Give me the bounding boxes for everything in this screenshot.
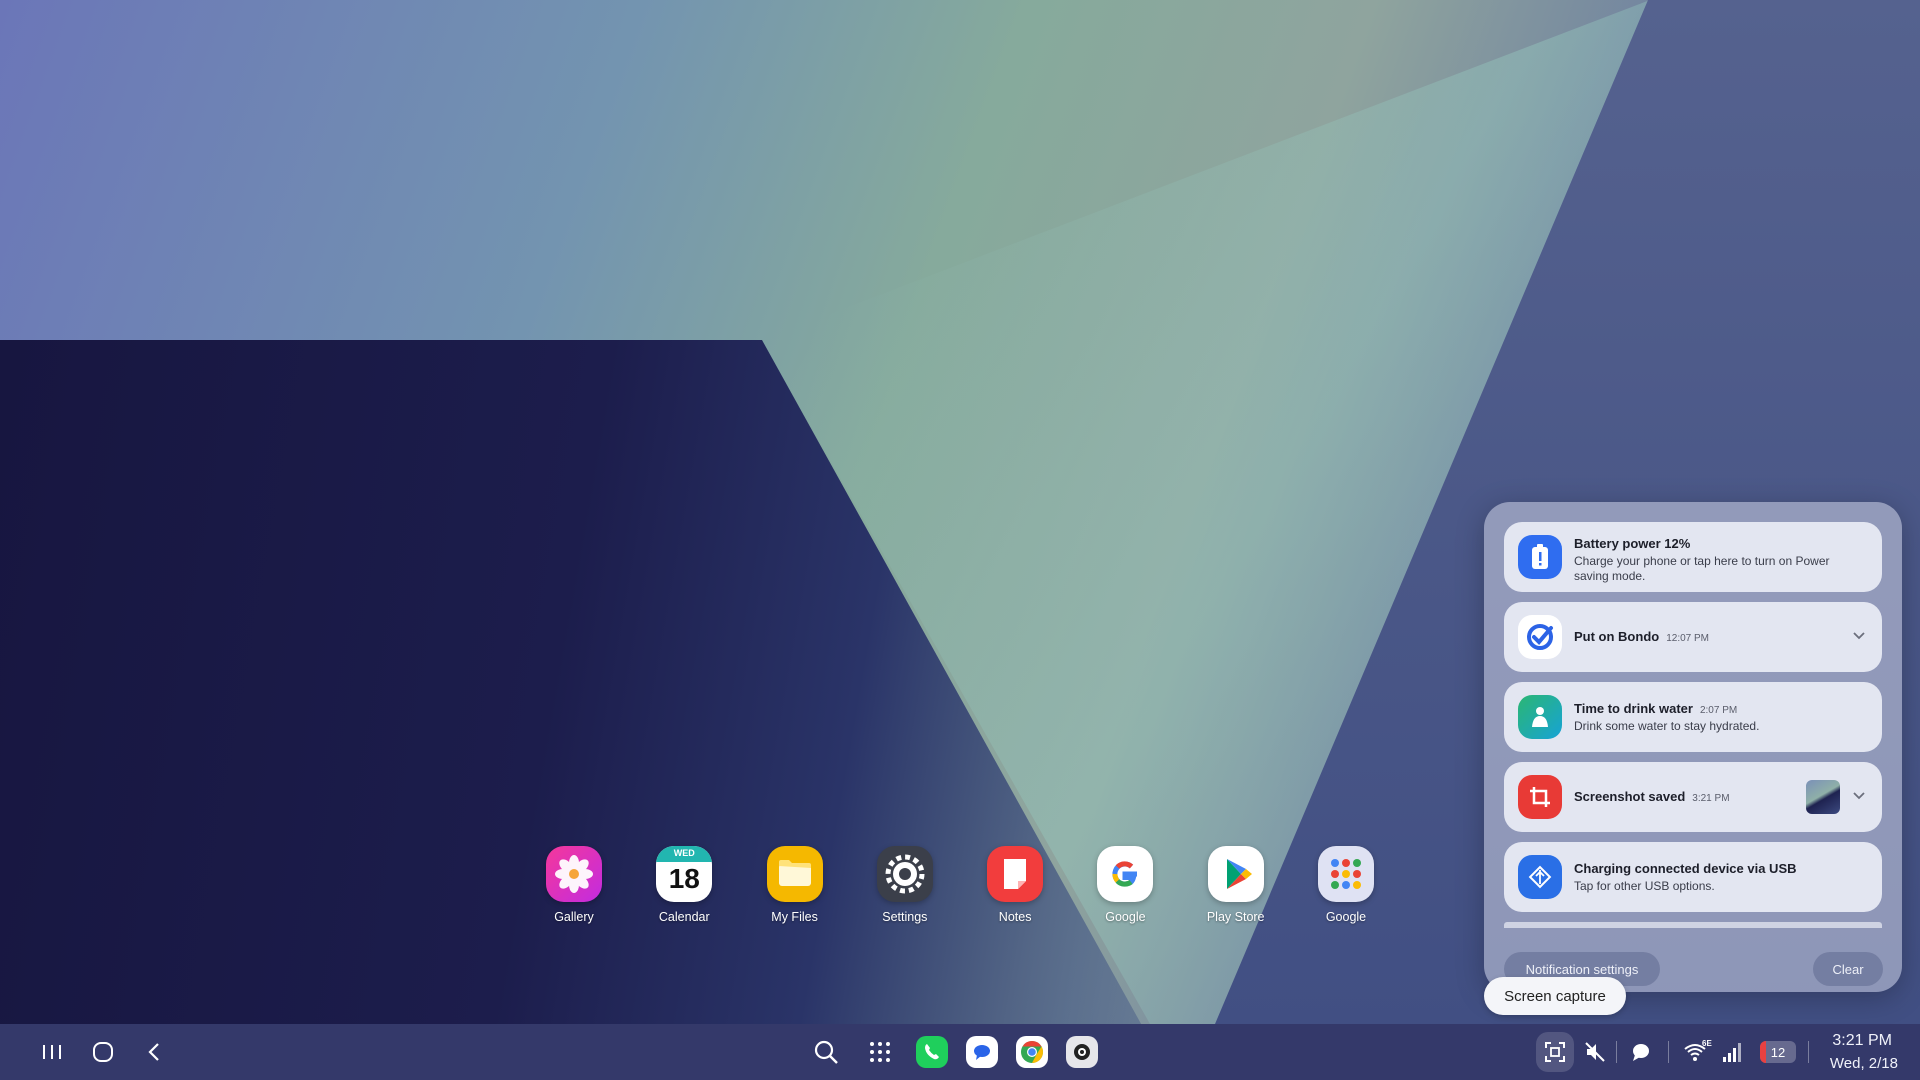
clear-notifications-button[interactable]: Clear	[1813, 952, 1883, 986]
app-folder-icon	[1317, 846, 1374, 902]
notification-body: Charge your phone or tap here to turn on…	[1574, 554, 1830, 583]
notification-title-text: Put on Bondo	[1574, 629, 1660, 644]
notification-body: Tap for other USB options.	[1574, 879, 1715, 893]
app-label: Play Store	[1206, 910, 1265, 924]
notification-battery[interactable]: Battery power 12% Charge your phone or t…	[1504, 522, 1882, 592]
battery-alert-icon	[1518, 535, 1562, 579]
search-icon	[814, 1040, 838, 1064]
app-label: Google	[1105, 910, 1146, 924]
screenshot-icon	[1518, 775, 1562, 819]
health-icon	[1518, 695, 1562, 739]
taskbar: 6E 12 3:21 PM Wed, 2/18	[0, 1024, 1920, 1080]
notification-title: Charging connected device via USB	[1574, 861, 1797, 876]
gallery-icon	[546, 846, 602, 902]
notification-usb[interactable]: Charging connected device via USB Tap fo…	[1504, 842, 1882, 912]
app-label: Settings	[882, 910, 928, 924]
app-my-files[interactable]: My Files	[749, 846, 841, 926]
notification-count-badge: 12	[1770, 1044, 1786, 1060]
screen-capture-icon	[1545, 1042, 1565, 1062]
clock-time: 3:21 PM	[1832, 1032, 1892, 1049]
app-label: Google	[1325, 910, 1367, 924]
phone-app-button[interactable]	[916, 1036, 948, 1068]
taskbar-divider	[1668, 1041, 1669, 1063]
app-label: Calendar	[658, 910, 710, 924]
clock-date: Wed, 2/18	[1829, 1055, 1898, 1072]
wifi-status[interactable]: 6E	[1682, 1036, 1712, 1068]
battery-low-level	[1760, 1041, 1766, 1063]
app-google-folder[interactable]: Google	[1300, 846, 1392, 926]
apps-button[interactable]	[864, 1036, 896, 1068]
app-label: Notes	[998, 910, 1032, 924]
notification-panel: Battery power 12% Charge your phone or t…	[1484, 502, 1902, 992]
notification-title: Time to drink water 2:07 PM	[1574, 701, 1737, 716]
app-google[interactable]: Google	[1079, 846, 1171, 926]
app-notes[interactable]: Notes	[969, 846, 1061, 926]
screen-capture-button[interactable]	[1536, 1032, 1574, 1072]
chrome-app-button[interactable]	[1016, 1036, 1048, 1068]
app-gallery[interactable]: Gallery	[528, 846, 620, 926]
calendar-day-number: 18	[668, 863, 700, 894]
phone-icon	[925, 1044, 939, 1060]
network-type-label: 6E	[1702, 1039, 1712, 1048]
folder-icon	[766, 846, 823, 902]
notes-icon	[987, 846, 1044, 902]
recent-apps-icon	[43, 1045, 61, 1059]
notification-title: Battery power 12%	[1574, 536, 1691, 551]
chat-status[interactable]	[1626, 1036, 1656, 1068]
home-icon	[93, 1042, 113, 1062]
notification-time: 12:07 PM	[1666, 633, 1710, 644]
mute-status[interactable]	[1580, 1036, 1610, 1068]
notification-title: Put on Bondo 12:07 PM	[1574, 629, 1709, 644]
chat-bubble-icon	[1633, 1044, 1649, 1061]
screenshot-thumbnail[interactable]	[1806, 780, 1840, 814]
messages-icon	[974, 1045, 990, 1060]
app-grid-icon	[870, 1042, 890, 1062]
home-app-row: Gallery WED 18 Calendar My Files Setting…	[528, 846, 1392, 926]
notification-overflow-edge	[1504, 922, 1882, 928]
camera-icon	[1074, 1044, 1090, 1060]
notification-reminder[interactable]: Put on Bondo 12:07 PM	[1504, 602, 1882, 672]
home-button[interactable]	[89, 1038, 117, 1066]
notification-body: Drink some water to stay hydrated.	[1574, 719, 1760, 733]
back-button[interactable]	[140, 1038, 168, 1066]
chevron-down-icon[interactable]	[1852, 789, 1866, 803]
usb-icon	[1518, 855, 1562, 899]
sound-off-icon	[1585, 1042, 1605, 1062]
play-store-icon	[1207, 846, 1264, 902]
google-g-icon	[1097, 846, 1154, 902]
notification-time: 3:21 PM	[1692, 793, 1730, 804]
app-calendar[interactable]: WED 18 Calendar	[638, 846, 730, 926]
notification-title-text: Screenshot saved	[1574, 789, 1686, 804]
chrome-icon	[1021, 1041, 1043, 1063]
recent-apps-button[interactable]	[38, 1038, 66, 1066]
app-settings[interactable]: Settings	[859, 846, 951, 926]
search-button[interactable]	[810, 1036, 842, 1068]
calendar-day-name: WED	[673, 848, 695, 858]
notification-title: Screenshot saved 3:21 PM	[1574, 789, 1730, 804]
battery-status[interactable]: 12	[1760, 1041, 1796, 1063]
taskbar-divider	[1616, 1041, 1617, 1063]
app-play-store[interactable]: Play Store	[1190, 846, 1282, 926]
calendar-icon: WED 18	[656, 846, 713, 902]
app-label: My Files	[771, 910, 818, 924]
back-icon	[148, 1043, 159, 1061]
notification-water[interactable]: Time to drink water 2:07 PM Drink some wa…	[1504, 682, 1882, 752]
cellular-signal-icon	[1723, 1043, 1741, 1062]
messages-app-button[interactable]	[966, 1036, 998, 1068]
reminder-check-icon	[1518, 615, 1562, 659]
notification-screenshot[interactable]: Screenshot saved 3:21 PM	[1504, 762, 1882, 832]
app-label: Gallery	[554, 910, 594, 924]
taskbar-divider	[1808, 1041, 1809, 1063]
camera-app-button[interactable]	[1066, 1036, 1098, 1068]
signal-status[interactable]	[1718, 1036, 1746, 1068]
notification-title-text: Time to drink water	[1574, 701, 1693, 716]
notification-time: 2:07 PM	[1699, 705, 1738, 716]
settings-gear-icon	[876, 846, 933, 902]
screen-capture-tooltip: Screen capture	[1484, 977, 1626, 1015]
chevron-down-icon[interactable]	[1852, 629, 1866, 643]
